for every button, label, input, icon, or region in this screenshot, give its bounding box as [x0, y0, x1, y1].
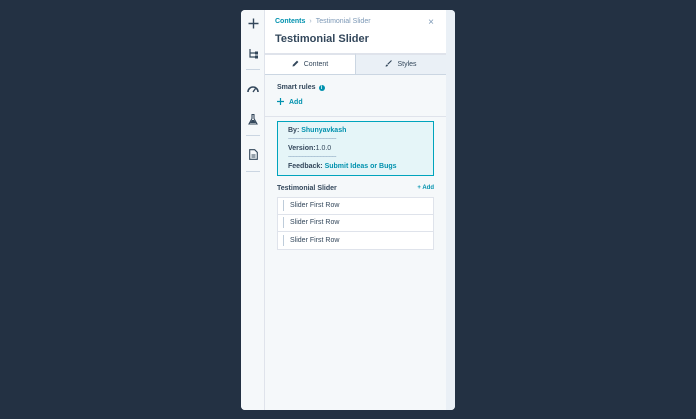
author-label: By:	[288, 127, 300, 134]
gauge-icon[interactable]	[245, 81, 261, 97]
module-info-box: By: Shunyavkash ------------------------…	[277, 121, 434, 176]
list-item[interactable]: Slider First Row	[277, 197, 434, 215]
tab-content[interactable]: Content	[265, 53, 355, 74]
row-label: Slider First Row	[290, 202, 340, 210]
drag-handle-icon[interactable]	[282, 217, 285, 229]
rail-divider	[246, 69, 260, 70]
plus-icon[interactable]	[245, 15, 261, 31]
tab-styles-label: Styles	[397, 61, 417, 68]
breadcrumb-contents-link[interactable]: Contents	[275, 18, 305, 25]
testimonial-rows: Slider First Row Slider First Row Slider…	[277, 197, 434, 250]
version-label: Version:	[288, 145, 316, 152]
document-icon[interactable]	[245, 146, 261, 162]
editor-sidebar: Contents › Testimonial Slider × Testimon…	[265, 10, 446, 410]
list-item[interactable]: Slider First Row	[277, 214, 434, 232]
author-link[interactable]: Shunyavkash	[301, 127, 346, 134]
drag-handle-icon[interactable]	[282, 200, 285, 212]
drag-handle-icon[interactable]	[282, 234, 285, 246]
scrollbar[interactable]	[446, 10, 455, 410]
left-rail	[241, 10, 265, 410]
add-smart-rule-label: Add	[289, 99, 303, 106]
smart-rules-label: Smart rules	[277, 84, 316, 91]
list-item[interactable]: Slider First Row	[277, 232, 434, 250]
rail-divider	[246, 135, 260, 136]
content-pane: Smart rules i Add By: Shunyavkash ------…	[265, 75, 446, 410]
row-label: Slider First Row	[290, 219, 340, 227]
row-label: Slider First Row	[290, 236, 340, 244]
rail-divider	[246, 171, 260, 172]
pencil-icon	[292, 60, 299, 69]
dashed-separator: --------------------------------	[288, 154, 336, 160]
add-row-button[interactable]: + Add	[417, 185, 434, 192]
testimonial-section-title: Testimonial Slider	[277, 185, 337, 192]
testimonial-section-header: Testimonial Slider + Add	[277, 185, 434, 192]
tab-styles[interactable]: Styles	[355, 53, 446, 74]
close-icon[interactable]: ×	[426, 18, 436, 28]
plus-icon	[277, 98, 284, 107]
page-title: Testimonial Slider	[275, 33, 369, 45]
flask-icon[interactable]	[245, 111, 261, 127]
breadcrumb-separator: ›	[309, 18, 312, 25]
module-editor-panel: Contents › Testimonial Slider × Testimon…	[241, 10, 455, 410]
breadcrumb: Contents › Testimonial Slider	[275, 18, 371, 25]
add-smart-rule-button[interactable]: Add	[277, 98, 303, 107]
feedback-label: Feedback:	[288, 163, 323, 170]
feedback-link[interactable]: Submit Ideas or Bugs	[325, 163, 397, 170]
info-icon[interactable]: i	[318, 84, 325, 91]
smart-rules-heading: Smart rules i	[277, 84, 325, 91]
dashed-separator: --------------------------------	[288, 136, 336, 142]
tree-icon[interactable]	[245, 45, 261, 61]
section-divider	[265, 116, 446, 117]
tab-content-label: Content	[303, 61, 329, 68]
brush-icon	[385, 60, 393, 69]
tab-bar: Content Styles	[265, 53, 446, 75]
version-value: 1.0.0	[315, 145, 332, 152]
breadcrumb-current: Testimonial Slider	[315, 18, 371, 25]
